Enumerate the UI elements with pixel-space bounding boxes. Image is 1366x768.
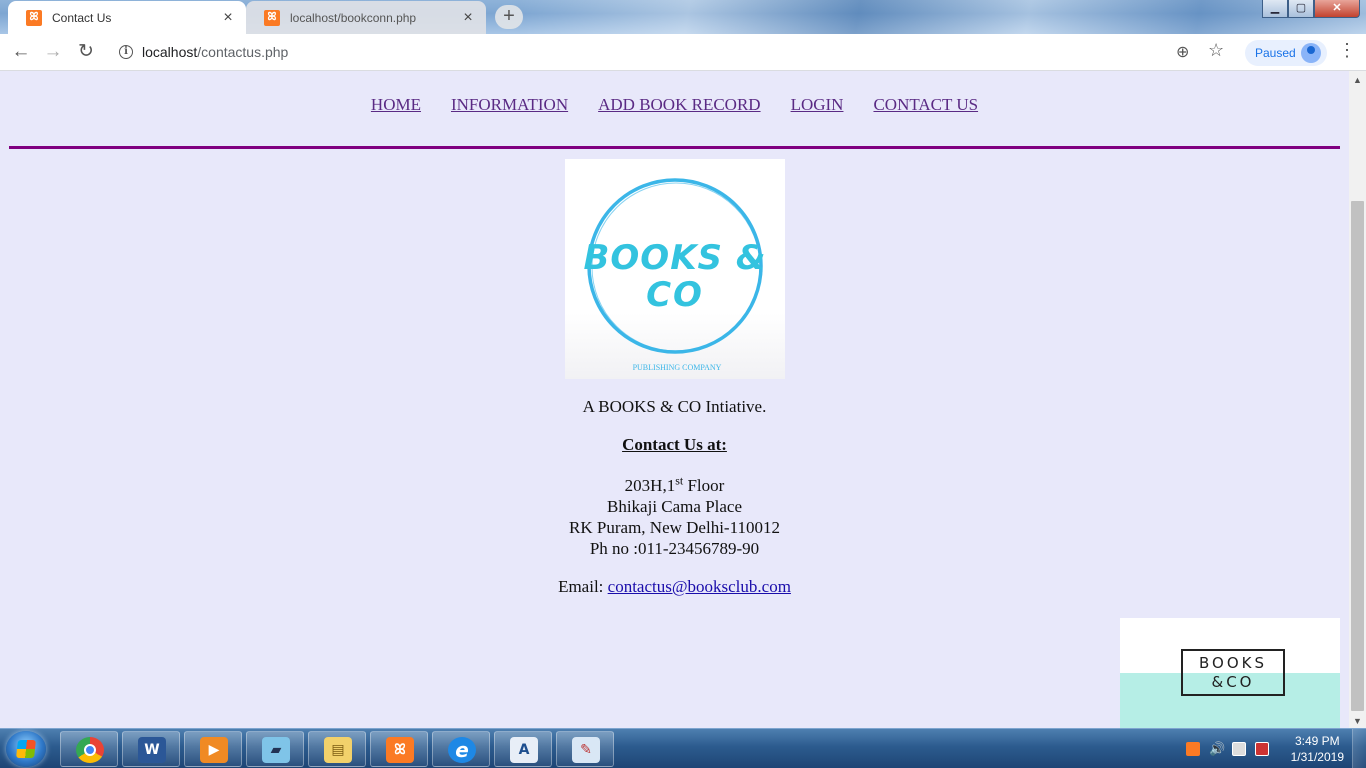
address-block: 203H,1st Floor Bhikaji Cama Place RK Pur… bbox=[0, 474, 1349, 559]
url-text[interactable]: localhost/contactus.php bbox=[142, 44, 288, 60]
badge-line2: &CO bbox=[1211, 673, 1255, 691]
url-host: localhost bbox=[142, 44, 198, 60]
email-line: Email: contactus@booksclub.com bbox=[0, 577, 1349, 597]
new-tab-button[interactable]: + bbox=[495, 5, 523, 29]
scroll-thumb[interactable] bbox=[1351, 201, 1364, 711]
nav-information-link[interactable]: INFORMATION bbox=[451, 95, 568, 114]
close-window-button[interactable]: ✕ bbox=[1314, 0, 1360, 18]
reload-icon: ↻ bbox=[78, 41, 94, 62]
wordpad-icon: A bbox=[510, 737, 538, 763]
address-line-1-prefix: 203H,1 bbox=[624, 476, 676, 495]
taskbar-clock[interactable]: 3:49 PM 1/31/2019 bbox=[1291, 733, 1344, 765]
close-tab-icon[interactable]: × bbox=[460, 9, 476, 27]
badge-logo-box: BOOKS &CO bbox=[1181, 649, 1285, 696]
nav-add-book-record-link[interactable]: ADD BOOK RECORD bbox=[598, 95, 760, 114]
menu-kebab-icon[interactable]: ⋮ bbox=[1338, 40, 1356, 61]
close-tab-icon[interactable]: × bbox=[220, 9, 236, 27]
xampp-favicon-icon: ꕤ bbox=[26, 9, 42, 26]
taskbar-explorer[interactable]: ▤ bbox=[308, 731, 366, 767]
bookmark-star-icon[interactable]: ☆ bbox=[1208, 40, 1224, 61]
header-divider bbox=[9, 146, 1340, 149]
browser-tab-strip: ꕤ Contact Us × ꕤ localhost/bookconn.php … bbox=[0, 0, 1366, 34]
taskbar-xampp[interactable]: ꕤ bbox=[370, 731, 428, 767]
page-scrollbar[interactable]: ▲ ▼ bbox=[1349, 71, 1366, 728]
internet-explorer-icon: e bbox=[448, 737, 476, 763]
windows-taskbar: W ▶ ▰ ▤ ꕤ e A ✎ 🔊 3:49 PM 1/31/2019 bbox=[0, 728, 1366, 768]
tab-title: localhost/bookconn.php bbox=[290, 10, 417, 25]
chrome-icon bbox=[76, 737, 104, 763]
start-button[interactable] bbox=[6, 731, 46, 767]
show-desktop-button[interactable] bbox=[1352, 729, 1366, 768]
taskbar-word[interactable]: W bbox=[122, 731, 180, 767]
maximize-button[interactable]: ▢ bbox=[1288, 0, 1314, 18]
logo-line2: CO bbox=[646, 275, 704, 315]
avatar-icon bbox=[1301, 43, 1321, 63]
forward-arrow-icon: → bbox=[43, 41, 63, 62]
url-path: /contactus.php bbox=[197, 44, 289, 60]
action-center-flag-icon[interactable] bbox=[1232, 742, 1246, 756]
taskbar-internet-explorer[interactable]: e bbox=[432, 731, 490, 767]
site-info-icon[interactable]: i bbox=[119, 45, 133, 59]
books-co-badge: BOOKS &CO bbox=[1120, 618, 1340, 728]
clock-date: 1/31/2019 bbox=[1290, 750, 1344, 764]
nav-contact-us-link[interactable]: CONTACT US bbox=[873, 95, 978, 114]
volume-icon[interactable]: 🔊 bbox=[1209, 742, 1225, 756]
address-line-1: 203H,1st Floor bbox=[0, 474, 1349, 496]
scroll-down-arrow-icon[interactable]: ▼ bbox=[1353, 716, 1362, 726]
badge-line1: BOOKS bbox=[1199, 654, 1267, 672]
contact-heading: Contact Us at: bbox=[622, 435, 727, 454]
notepad-icon: ▰ bbox=[262, 737, 290, 763]
xampp-tray-icon[interactable] bbox=[1186, 742, 1200, 756]
forward-button[interactable]: → bbox=[40, 40, 66, 66]
system-tray: 🔊 3:49 PM 1/31/2019 bbox=[1182, 729, 1366, 768]
zoom-icon[interactable]: ⊕ bbox=[1176, 42, 1189, 62]
window-controls: ▁ ▢ ✕ bbox=[1262, 0, 1360, 18]
tagline: A BOOKS & CO Intiative. bbox=[582, 397, 767, 416]
browser-toolbar: ← → ↻ i localhost/contactus.php ⊕ ☆ Paus… bbox=[0, 34, 1366, 71]
xampp-favicon-icon: ꕤ bbox=[264, 9, 280, 26]
address-line-2: Bhikaji Cama Place bbox=[606, 497, 743, 516]
taskbar-notepad[interactable]: ▰ bbox=[246, 731, 304, 767]
logo-line1: BOOKS & bbox=[583, 238, 766, 278]
site-navbar: HOME INFORMATION ADD BOOK RECORD LOGIN CONTA… bbox=[0, 95, 1349, 115]
email-link[interactable]: contactus@booksclub.com bbox=[608, 577, 791, 596]
tab-title: Contact Us bbox=[52, 10, 112, 25]
address-bar[interactable]: i localhost/contactus.php bbox=[108, 38, 1238, 67]
network-icon[interactable] bbox=[1255, 742, 1269, 756]
back-button[interactable]: ← bbox=[8, 40, 34, 66]
media-player-icon: ▶ bbox=[200, 737, 228, 763]
nav-login-link[interactable]: LOGIN bbox=[791, 95, 844, 114]
word-icon: W bbox=[138, 737, 166, 763]
address-line-1-suffix: Floor bbox=[683, 476, 725, 495]
email-label: Email: bbox=[558, 577, 608, 596]
web-page: HOME INFORMATION ADD BOOK RECORD LOGIN CONTA… bbox=[0, 71, 1349, 728]
back-arrow-icon: ← bbox=[11, 41, 31, 62]
paint-icon: ✎ bbox=[572, 737, 600, 763]
profile-button[interactable]: Paused bbox=[1245, 40, 1327, 66]
clock-time: 3:49 PM bbox=[1294, 734, 1340, 748]
logo-subtitle: PUBLISHING COMPANY bbox=[633, 363, 722, 372]
nav-home-link[interactable]: HOME bbox=[371, 95, 421, 114]
xampp-icon: ꕤ bbox=[386, 737, 414, 763]
reload-button[interactable]: ↻ bbox=[73, 40, 99, 66]
address-line-3: RK Puram, New Delhi-110012 bbox=[569, 518, 780, 537]
tab-bookconn[interactable]: ꕤ localhost/bookconn.php × bbox=[246, 1, 486, 34]
taskbar-paint[interactable]: ✎ bbox=[556, 731, 614, 767]
taskbar-chrome[interactable] bbox=[60, 731, 118, 767]
folder-icon: ▤ bbox=[324, 737, 352, 763]
scroll-up-arrow-icon[interactable]: ▲ bbox=[1353, 75, 1362, 85]
profile-status: Paused bbox=[1255, 46, 1296, 60]
phone-number: Ph no :011-23456789-90 bbox=[589, 539, 760, 558]
taskbar-media-player[interactable]: ▶ bbox=[184, 731, 242, 767]
contact-content: A BOOKS & CO Intiative. Contact Us at: 2… bbox=[0, 397, 1349, 597]
books-and-co-logo: BOOKS & CO PUBLISHING COMPANY bbox=[565, 159, 785, 379]
minimize-button[interactable]: ▁ bbox=[1262, 0, 1288, 18]
tab-contact-us[interactable]: ꕤ Contact Us × bbox=[8, 1, 246, 34]
taskbar-wordpad[interactable]: A bbox=[494, 731, 552, 767]
